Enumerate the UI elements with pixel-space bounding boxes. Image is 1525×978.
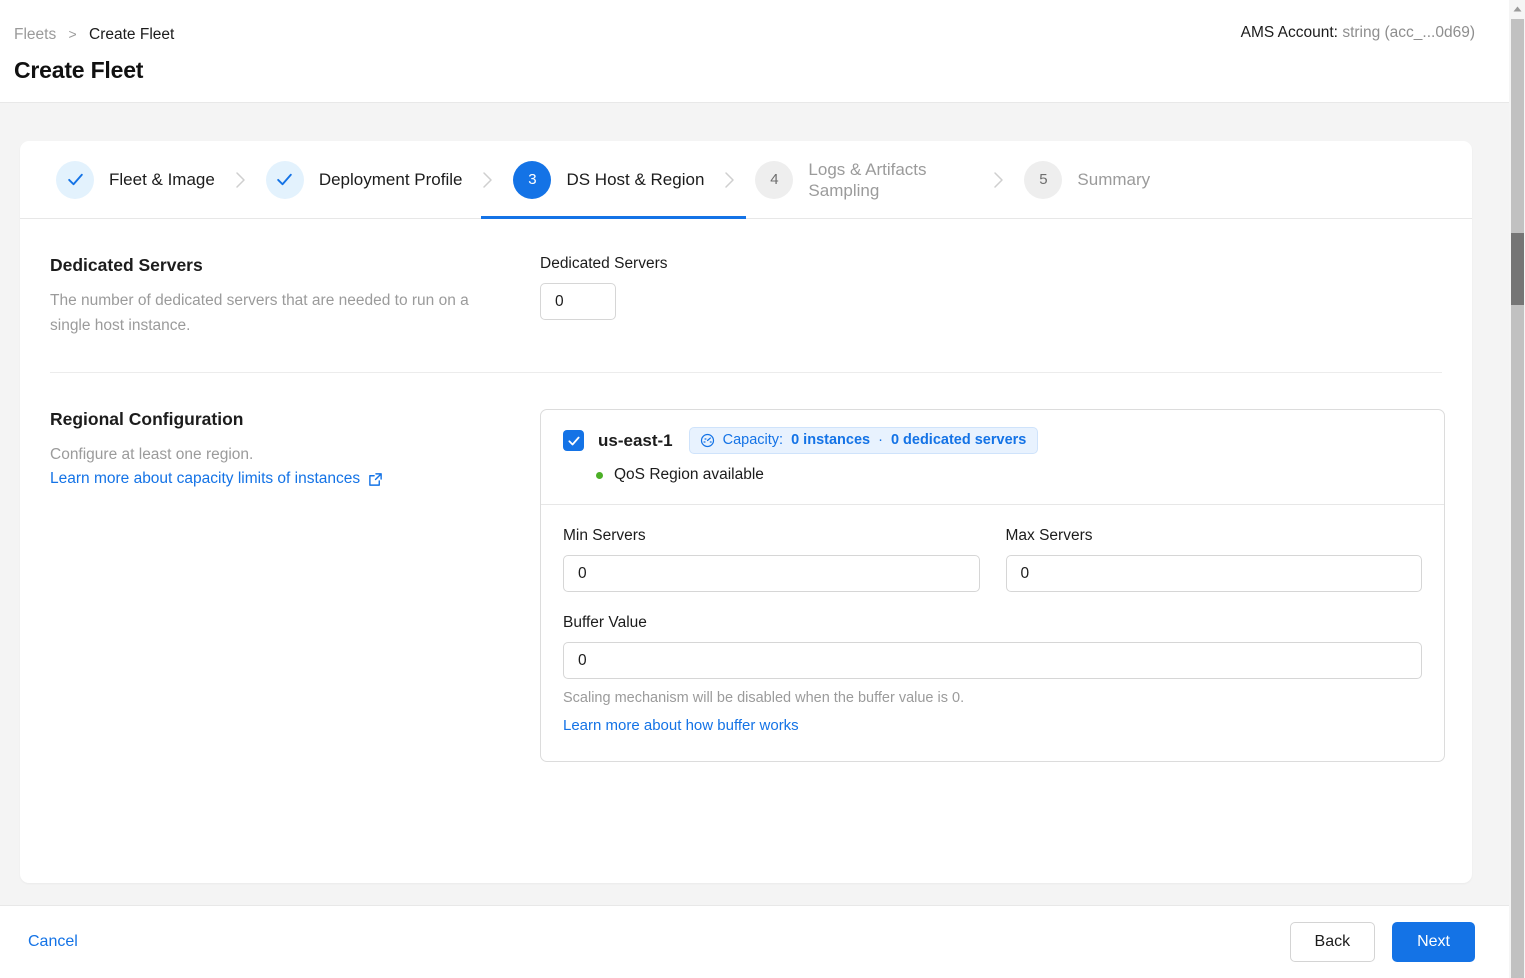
max-servers-field: Max Servers <box>1005 527 1422 592</box>
step-3-indicator: 3 <box>513 160 552 199</box>
dedicated-servers-info: Dedicated Servers The number of dedicate… <box>50 255 540 338</box>
region-card-us-east-1: us-east-1 Capacity: 0 instances · 0 dedi… <box>540 409 1445 762</box>
cancel-button[interactable]: Cancel <box>28 933 78 951</box>
gauge-icon <box>700 433 714 447</box>
region-name: us-east-1 <box>598 430 673 450</box>
external-link-icon <box>369 472 382 486</box>
step-ds-host-region[interactable]: 3 DS Host & Region <box>481 141 747 219</box>
servers-field-row: Min Servers Max Servers <box>563 527 1422 592</box>
max-servers-input[interactable] <box>1005 555 1422 592</box>
dedicated-servers-description: The number of dedicated servers that are… <box>50 292 469 334</box>
step-summary[interactable]: 5 Summary <box>1024 141 1150 219</box>
ams-account-value: string (acc_...0d69) <box>1342 24 1475 41</box>
page-scrollbar[interactable] <box>1509 0 1525 978</box>
scrollbar-thumb[interactable] <box>1511 233 1524 305</box>
region-card-header: us-east-1 Capacity: 0 instances · 0 dedi… <box>541 410 1444 505</box>
min-servers-label: Min Servers <box>563 527 646 544</box>
capacity-badge-prefix: Capacity: <box>722 432 784 448</box>
region-card-body: Min Servers Max Servers Buffer Value <box>541 505 1444 761</box>
card-body: Dedicated Servers The number of dedicate… <box>20 219 1472 796</box>
capacity-badge: Capacity: 0 instances · 0 dedicated serv… <box>688 427 1039 454</box>
buffer-value-helper-text: Scaling mechanism will be disabled when … <box>563 690 965 706</box>
chevron-right-icon-1 <box>235 171 246 189</box>
create-fleet-page: Fleets > Create Fleet Create Fleet AMS A… <box>0 0 1525 978</box>
check-icon <box>567 436 580 445</box>
min-servers-field: Min Servers <box>563 527 980 592</box>
check-icon <box>67 173 83 186</box>
capacity-limits-link[interactable]: Learn more about capacity limits of inst… <box>50 470 383 488</box>
step-fleet-image[interactable]: Fleet & Image <box>56 141 215 219</box>
max-servers-label: Max Servers <box>1005 527 1093 544</box>
dedicated-servers-field-label: Dedicated Servers <box>540 255 668 272</box>
chevron-right-icon-3 <box>724 171 735 189</box>
back-button[interactable]: Back <box>1289 922 1376 962</box>
buffer-works-link[interactable]: Learn more about how buffer works <box>563 717 799 734</box>
regional-configuration-form: us-east-1 Capacity: 0 instances · 0 dedi… <box>540 409 1445 762</box>
qos-status: QoS Region available <box>596 466 1422 484</box>
min-servers-input[interactable] <box>563 555 980 592</box>
page-footer: Cancel Back Next <box>0 905 1509 978</box>
capacity-badge-dedicated-servers: 0 dedicated servers <box>890 432 1027 448</box>
step-3-label: DS Host & Region <box>566 170 705 189</box>
step-1-label: Fleet & Image <box>109 170 215 189</box>
footer-actions: Back Next <box>1289 922 1475 962</box>
region-header-row: us-east-1 Capacity: 0 instances · 0 dedi… <box>563 427 1422 454</box>
step-4-label: Logs & Artifacts Sampling <box>808 159 927 200</box>
capacity-limits-link-label: Learn more about capacity limits of inst… <box>50 470 361 487</box>
regional-configuration-info: Regional Configuration Configure at leas… <box>50 409 540 762</box>
breadcrumb-current: Create Fleet <box>89 26 175 43</box>
breadcrumb-link-fleets[interactable]: Fleets <box>14 26 56 43</box>
next-button[interactable]: Next <box>1392 922 1475 962</box>
step-5-label: Summary <box>1077 170 1151 189</box>
dedicated-servers-input[interactable] <box>540 283 616 320</box>
page-title: Create Fleet <box>14 57 144 83</box>
buffer-value-input[interactable] <box>563 642 1422 679</box>
step-logs-artifacts-sampling[interactable]: 4 Logs & Artifacts Sampling <box>755 141 973 219</box>
regional-configuration-title: Regional Configuration <box>50 409 244 429</box>
step-5-indicator: 5 <box>1024 160 1063 199</box>
wizard-stepper: Fleet & Image Deployment Profile 3 DS Ho… <box>20 141 1472 219</box>
chevron-right-icon-4 <box>993 171 1004 189</box>
qos-status-label: QoS Region available <box>614 466 764 483</box>
ams-account-label: AMS Account: <box>1240 24 1338 41</box>
scrollbar-track[interactable] <box>1511 19 1524 978</box>
check-icon <box>277 173 293 186</box>
step-2-indicator <box>265 160 304 199</box>
buffer-value-label: Buffer Value <box>563 614 647 631</box>
regional-configuration-description: Configure at least one region. <box>50 446 254 463</box>
capacity-badge-separator: · <box>878 432 883 448</box>
step-2-label: Deployment Profile <box>318 170 463 189</box>
status-dot-icon <box>596 471 603 479</box>
chevron-right-icon-2 <box>482 171 493 189</box>
scroll-up-arrow-icon[interactable] <box>1509 0 1525 17</box>
step-deployment-profile[interactable]: Deployment Profile <box>265 141 463 219</box>
dedicated-servers-section: Dedicated Servers The number of dedicate… <box>50 219 1442 372</box>
main-card: Fleet & Image Deployment Profile 3 DS Ho… <box>20 141 1472 883</box>
step-1-indicator <box>56 160 94 199</box>
regional-configuration-section: Regional Configuration Configure at leas… <box>50 372 1445 796</box>
ams-account: AMS Account: string (acc_...0d69) <box>1241 24 1475 42</box>
dedicated-servers-form: Dedicated Servers <box>540 255 1442 338</box>
buffer-value-field: Buffer Value Scaling mechanism will be d… <box>563 614 1422 735</box>
region-checkbox[interactable] <box>563 430 584 451</box>
page-header: Fleets > Create Fleet Create Fleet AMS A… <box>0 0 1509 103</box>
dedicated-servers-title: Dedicated Servers <box>50 255 203 275</box>
step-4-indicator: 4 <box>755 160 794 199</box>
breadcrumb: Fleets > Create Fleet <box>14 24 174 45</box>
capacity-badge-instances: 0 instances <box>791 432 871 448</box>
breadcrumb-separator: > <box>68 26 77 42</box>
